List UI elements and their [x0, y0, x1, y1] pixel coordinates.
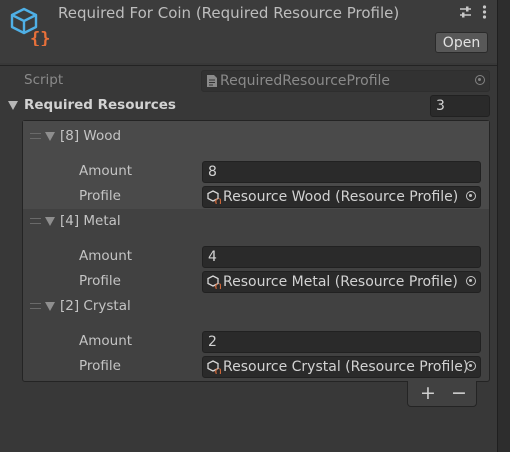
settings-sliders-icon[interactable] — [459, 6, 472, 18]
scriptable-object-icon: {} — [10, 7, 50, 46]
script-file-icon — [207, 75, 217, 87]
amount-label: Amount — [79, 163, 133, 179]
profile-field[interactable]: {} Resource Crystal (Resource Profile) — [202, 356, 481, 378]
list-footer: + − — [407, 381, 477, 407]
script-field-value: RequiredResourceProfile — [220, 73, 391, 89]
object-picker-icon[interactable] — [466, 361, 476, 371]
open-button[interactable]: Open — [435, 32, 488, 53]
script-label: Script — [24, 72, 64, 88]
script-picker-icon — [475, 75, 485, 85]
list-item-header[interactable]: [2] Crystal — [60, 298, 131, 314]
foldout-arrow-icon[interactable] — [45, 132, 55, 141]
svg-text:{}: {} — [214, 283, 221, 289]
svg-text:{}: {} — [30, 29, 50, 46]
list-item-header[interactable]: [4] Metal — [60, 213, 121, 229]
profile-field[interactable]: {} Resource Metal (Resource Profile) — [202, 271, 481, 293]
svg-text:{}: {} — [214, 198, 221, 204]
amount-field[interactable]: 4 — [202, 246, 481, 268]
amount-label: Amount — [79, 333, 133, 349]
amount-field[interactable]: 8 — [202, 161, 481, 183]
profile-field[interactable]: {} Resource Wood (Resource Profile) — [202, 186, 481, 208]
profile-label: Profile — [79, 188, 121, 204]
scriptable-object-icon: {} — [207, 275, 221, 289]
drag-handle-icon[interactable] — [30, 218, 41, 224]
scriptable-object-icon: {} — [207, 190, 221, 204]
list-item-header[interactable]: [8] Wood — [60, 128, 121, 144]
script-field: RequiredResourceProfile — [201, 70, 490, 92]
list-label[interactable]: Required Resources — [24, 97, 176, 113]
profile-field-value: Resource Crystal (Resource Profile) — [223, 359, 469, 375]
profile-label: Profile — [79, 358, 121, 374]
foldout-arrow-icon[interactable] — [45, 217, 55, 226]
amount-field[interactable]: 2 — [202, 331, 481, 353]
profile-field-value: Resource Metal (Resource Profile) — [223, 274, 458, 290]
profile-field-value: Resource Wood (Resource Profile) — [223, 189, 459, 205]
object-picker-icon[interactable] — [466, 191, 476, 201]
inspector-title: Required For Coin (Required Resource Pro… — [58, 4, 400, 22]
drag-handle-icon[interactable] — [30, 133, 41, 139]
foldout-arrow-icon[interactable] — [45, 302, 55, 311]
drag-handle-icon[interactable] — [30, 303, 41, 309]
header-divider — [0, 65, 497, 66]
remove-element-button[interactable]: − — [451, 382, 467, 404]
object-picker-icon[interactable] — [466, 276, 476, 286]
foldout-arrow-icon[interactable] — [8, 101, 18, 110]
scene-view-edge — [497, 0, 510, 452]
list-size-field[interactable]: 3 — [430, 95, 490, 117]
amount-label: Amount — [79, 248, 133, 264]
profile-label: Profile — [79, 273, 121, 289]
add-element-button[interactable]: + — [420, 382, 436, 404]
scriptable-object-icon: {} — [207, 360, 221, 374]
kebab-menu-icon[interactable] — [482, 5, 487, 19]
svg-text:{}: {} — [214, 368, 221, 374]
